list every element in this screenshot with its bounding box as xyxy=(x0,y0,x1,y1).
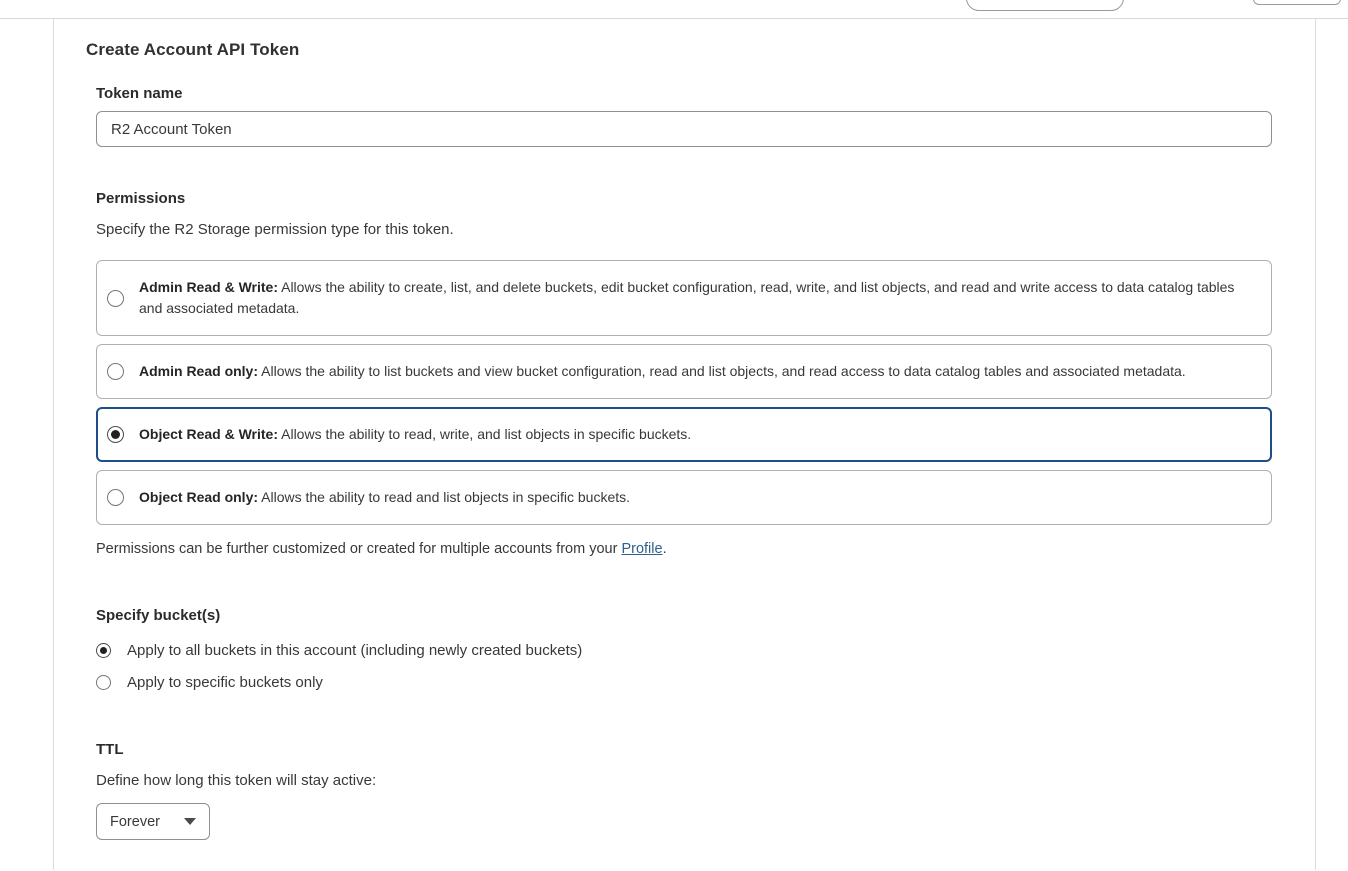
radio-button[interactable] xyxy=(107,363,124,380)
radio-button[interactable] xyxy=(96,643,111,658)
permission-option-admin-read-write[interactable]: Admin Read & Write: Allows the ability t… xyxy=(96,260,1272,336)
bucket-option-all-buckets[interactable]: Apply to all buckets in this account (in… xyxy=(96,642,1315,659)
permission-option-title: Admin Read only: xyxy=(139,363,258,379)
toolbar-secondary-button[interactable] xyxy=(1253,0,1341,5)
permission-options-list: Admin Read & Write: Allows the ability t… xyxy=(96,260,1315,525)
buckets-section: Specify bucket(s) Apply to all buckets i… xyxy=(96,607,1315,691)
permission-option-title: Admin Read & Write: xyxy=(139,279,278,295)
top-toolbar xyxy=(0,0,1348,19)
permission-option-description: Allows the ability to read and list obje… xyxy=(261,489,630,505)
permission-option-description: Allows the ability to read, write, and l… xyxy=(281,426,691,442)
permissions-section: Permissions Specify the R2 Storage permi… xyxy=(96,190,1315,557)
ttl-select[interactable]: Forever xyxy=(96,803,210,840)
permission-option-object-read-only[interactable]: Object Read only: Allows the ability to … xyxy=(96,470,1272,525)
radio-button[interactable] xyxy=(107,426,124,443)
permissions-heading: Permissions xyxy=(96,190,1315,207)
permission-option-description: Allows the ability to create, list, and … xyxy=(139,279,1234,316)
permission-option-title: Object Read & Write: xyxy=(139,426,278,442)
toolbar-pill-button[interactable] xyxy=(966,0,1124,11)
permissions-description: Specify the R2 Storage permission type f… xyxy=(96,221,1315,238)
ttl-description: Define how long this token will stay act… xyxy=(96,772,1315,789)
footnote-period: . xyxy=(663,541,667,557)
permission-option-title: Object Read only: xyxy=(139,489,258,505)
permissions-footnote: Permissions can be further customized or… xyxy=(96,541,1315,557)
ttl-section: TTL Define how long this token will stay… xyxy=(96,741,1315,840)
profile-link[interactable]: Profile xyxy=(621,541,662,557)
token-name-label: Token name xyxy=(96,85,1315,102)
bucket-option-label: Apply to specific buckets only xyxy=(127,674,323,691)
footnote-text: Permissions can be further customized or… xyxy=(96,541,621,557)
create-token-panel: Create Account API Token Token name Perm… xyxy=(53,19,1316,870)
bucket-option-specific-buckets[interactable]: Apply to specific buckets only xyxy=(96,674,1315,691)
buckets-heading: Specify bucket(s) xyxy=(96,607,1315,624)
chevron-down-icon xyxy=(184,818,196,825)
bucket-option-label: Apply to all buckets in this account (in… xyxy=(127,642,582,659)
radio-button[interactable] xyxy=(107,290,124,307)
ttl-heading: TTL xyxy=(96,741,1315,758)
token-name-section: Token name xyxy=(96,85,1315,147)
ttl-selected-value: Forever xyxy=(110,814,160,830)
permission-option-object-read-write[interactable]: Object Read & Write: Allows the ability … xyxy=(96,407,1272,462)
token-name-input[interactable] xyxy=(96,111,1272,147)
create-token-form: Token name Permissions Specify the R2 St… xyxy=(96,85,1315,840)
radio-button[interactable] xyxy=(107,489,124,506)
permission-option-description: Allows the ability to list buckets and v… xyxy=(261,363,1186,379)
radio-button[interactable] xyxy=(96,675,111,690)
permission-option-admin-read-only[interactable]: Admin Read only: Allows the ability to l… xyxy=(96,344,1272,399)
page-title: Create Account API Token xyxy=(86,40,1315,60)
